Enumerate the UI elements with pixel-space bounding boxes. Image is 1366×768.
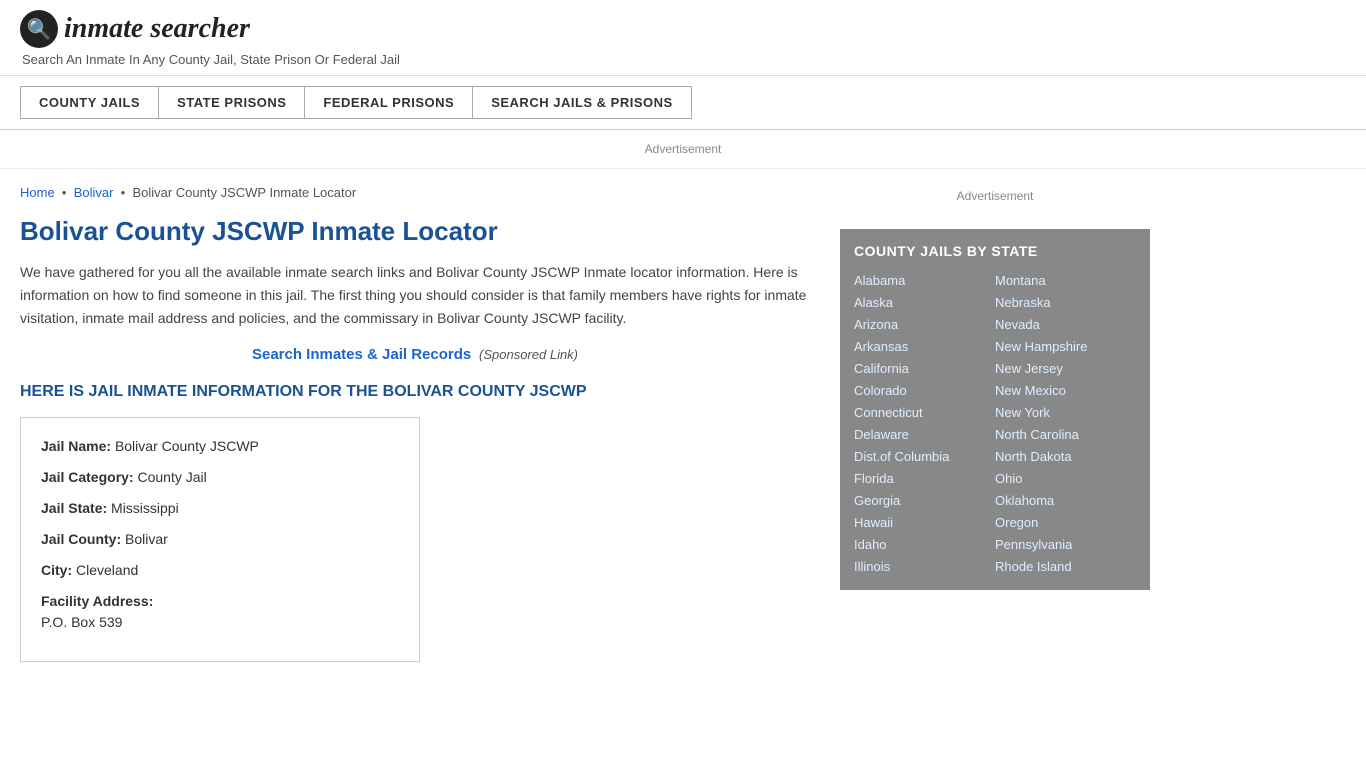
breadcrumb-parent[interactable]: Bolivar — [74, 185, 114, 200]
state-link[interactable]: New Jersey — [995, 359, 1136, 378]
state-link[interactable]: Colorado — [854, 381, 995, 400]
breadcrumb-home[interactable]: Home — [20, 185, 55, 200]
state-link[interactable]: Dist.of Columbia — [854, 447, 995, 466]
jail-address-row: Facility Address: P.O. Box 539 — [41, 591, 399, 633]
jail-category-row: Jail Category: County Jail — [41, 467, 399, 488]
state-link[interactable]: Connecticut — [854, 403, 995, 422]
nav-buttons: COUNTY JAILS STATE PRISONS FEDERAL PRISO… — [20, 86, 1346, 119]
jail-county-label: Jail County: — [41, 531, 121, 547]
tagline: Search An Inmate In Any County Jail, Sta… — [20, 52, 1346, 67]
content: Home • Bolivar • Bolivar County JSCWP In… — [20, 169, 830, 678]
jail-city-label: City: — [41, 562, 72, 578]
state-link[interactable]: Georgia — [854, 491, 995, 510]
state-box-title: COUNTY JAILS BY STATE — [854, 243, 1136, 259]
nav-federal-prisons[interactable]: FEDERAL PRISONS — [305, 86, 473, 119]
nav-county-jails[interactable]: COUNTY JAILS — [20, 86, 159, 119]
sidebar-ad: Advertisement — [840, 179, 1150, 213]
jail-name-row: Jail Name: Bolivar County JSCWP — [41, 436, 399, 457]
state-link[interactable]: Idaho — [854, 535, 995, 554]
search-inmates-link[interactable]: Search Inmates & Jail Records — [252, 346, 471, 363]
jail-name-value-text: Bolivar County JSCWP — [115, 438, 259, 454]
state-link[interactable]: Alabama — [854, 271, 995, 290]
description: We have gathered for you all the availab… — [20, 261, 810, 330]
state-link[interactable]: Arkansas — [854, 337, 995, 356]
state-link[interactable]: Nebraska — [995, 293, 1136, 312]
jail-state-label: Jail State: — [41, 500, 107, 516]
state-grid: AlabamaMontanaAlaskaNebraskaArizonaNevad… — [854, 271, 1136, 576]
jail-county-value: Bolivar — [125, 531, 168, 547]
state-link[interactable]: California — [854, 359, 995, 378]
nav: COUNTY JAILS STATE PRISONS FEDERAL PRISO… — [0, 76, 1366, 130]
breadcrumb: Home • Bolivar • Bolivar County JSCWP In… — [20, 185, 810, 200]
state-link[interactable]: New Mexico — [995, 381, 1136, 400]
state-link[interactable]: Alaska — [854, 293, 995, 312]
page-title: Bolivar County JSCWP Inmate Locator — [20, 216, 810, 247]
state-link[interactable]: Oklahoma — [995, 491, 1136, 510]
search-link-area: Search Inmates & Jail Records (Sponsored… — [20, 346, 810, 363]
logo-text: inmate searcher — [64, 13, 250, 45]
state-link[interactable]: Rhode Island — [995, 557, 1136, 576]
jail-address-value: P.O. Box 539 — [41, 612, 399, 633]
jail-name-label: Jail Name: — [41, 438, 111, 454]
state-link[interactable]: Florida — [854, 469, 995, 488]
breadcrumb-current: Bolivar County JSCWP Inmate Locator — [132, 185, 356, 200]
header: 🔍 inmate searcher Search An Inmate In An… — [0, 0, 1366, 76]
main: Home • Bolivar • Bolivar County JSCWP In… — [0, 169, 1366, 678]
state-link[interactable]: New Hampshire — [995, 337, 1136, 356]
state-link[interactable]: Hawaii — [854, 513, 995, 532]
state-link[interactable]: Nevada — [995, 315, 1136, 334]
state-link[interactable]: Arizona — [854, 315, 995, 334]
state-link[interactable]: Illinois — [854, 557, 995, 576]
nav-search-jails[interactable]: SEARCH JAILS & PRISONS — [473, 86, 691, 119]
ad-bar: Advertisement — [0, 130, 1366, 169]
jail-city-row: City: Cleveland — [41, 560, 399, 581]
jail-address-label: Facility Address: — [41, 593, 153, 609]
state-link[interactable]: Montana — [995, 271, 1136, 290]
jail-category-label: Jail Category: — [41, 469, 134, 485]
state-link[interactable]: Ohio — [995, 469, 1136, 488]
state-box: COUNTY JAILS BY STATE AlabamaMontanaAlas… — [840, 229, 1150, 590]
jail-info-heading: HERE IS JAIL INMATE INFORMATION FOR THE … — [20, 383, 810, 401]
jail-city-value: Cleveland — [76, 562, 138, 578]
logo-icon: 🔍 — [20, 10, 58, 48]
state-link[interactable]: Pennsylvania — [995, 535, 1136, 554]
state-link[interactable]: North Dakota — [995, 447, 1136, 466]
sponsored-label: (Sponsored Link) — [479, 347, 578, 362]
info-box: Jail Name: Bolivar County JSCWP Jail Cat… — [20, 417, 420, 662]
jail-county-row: Jail County: Bolivar — [41, 529, 399, 550]
logo-searcher: searcher — [150, 13, 250, 44]
jail-state-value: Mississippi — [111, 500, 179, 516]
state-link[interactable]: New York — [995, 403, 1136, 422]
state-link[interactable]: North Carolina — [995, 425, 1136, 444]
logo-area: 🔍 inmate searcher — [20, 10, 1346, 48]
state-link[interactable]: Delaware — [854, 425, 995, 444]
logo-inmate: inmate — [64, 13, 150, 44]
jail-state-row: Jail State: Mississippi — [41, 498, 399, 519]
state-link[interactable]: Oregon — [995, 513, 1136, 532]
sidebar: Advertisement COUNTY JAILS BY STATE Alab… — [830, 169, 1150, 678]
nav-state-prisons[interactable]: STATE PRISONS — [159, 86, 305, 119]
jail-category-value: County Jail — [137, 469, 206, 485]
